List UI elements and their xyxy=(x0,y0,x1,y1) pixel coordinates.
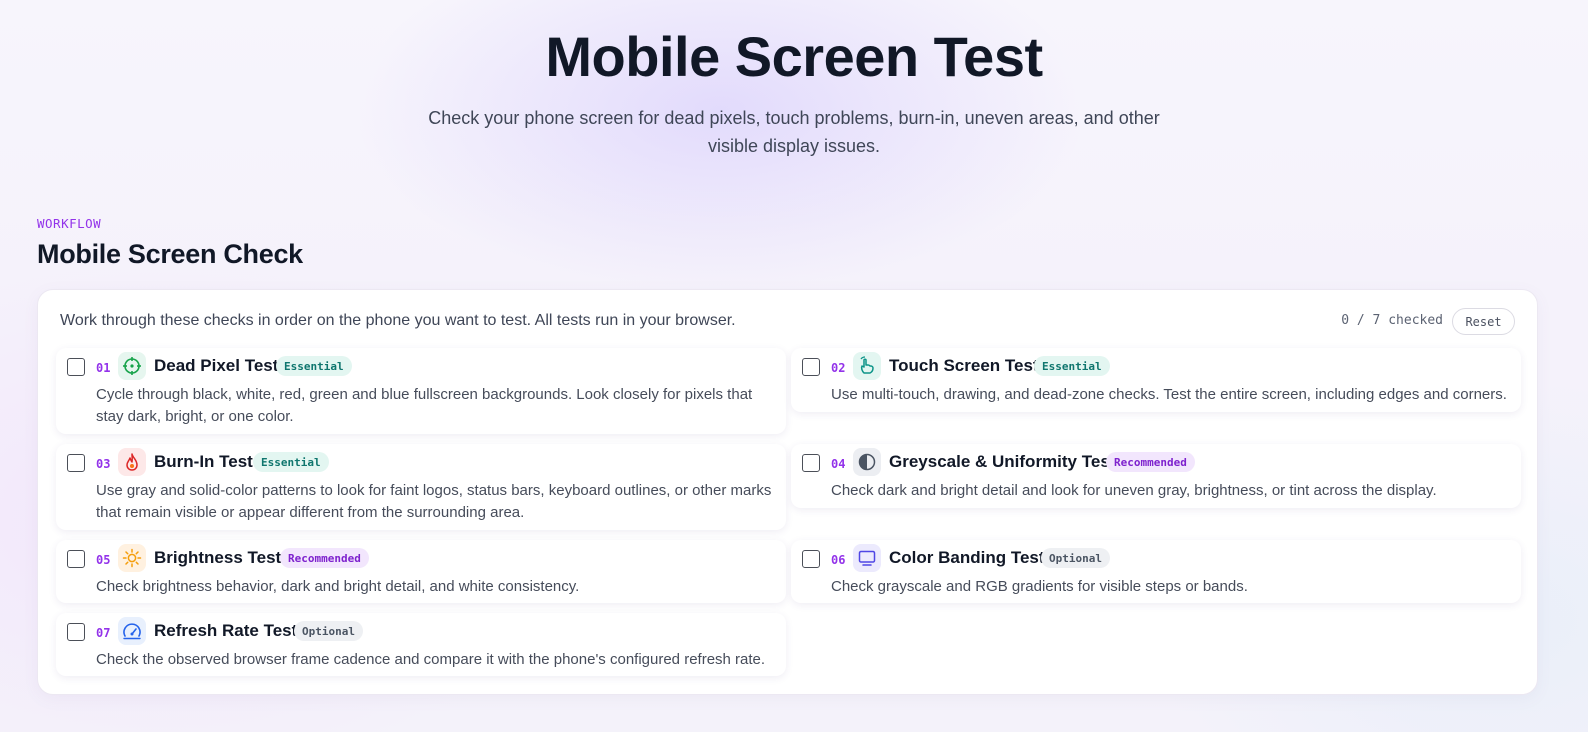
test-description: Check the observed browser frame cadence… xyxy=(96,651,766,668)
section-title: Mobile Screen Check xyxy=(37,239,303,269)
test-number: 01 xyxy=(96,361,111,375)
checkbox-touch-screen[interactable] xyxy=(802,358,820,376)
priority-badge: Essential xyxy=(276,356,352,376)
sun-icon xyxy=(118,544,146,572)
test-number: 03 xyxy=(96,457,111,471)
test-title: Touch Screen Test xyxy=(889,356,1039,375)
test-title: Greyscale & Uniformity Test xyxy=(889,452,1116,471)
checkbox-dead-pixel[interactable] xyxy=(67,358,85,376)
test-number: 06 xyxy=(831,553,846,567)
test-description: Use gray and solid-color patterns to loo… xyxy=(96,482,772,521)
page-subtitle: Check your phone screen for dead pixels,… xyxy=(428,108,1160,156)
test-description: Use multi-touch, drawing, and dead-zone … xyxy=(831,386,1507,403)
page-title: Mobile Screen Test xyxy=(545,25,1043,88)
monitor-icon xyxy=(853,544,881,572)
test-description: Check dark and bright detail and look fo… xyxy=(831,482,1437,499)
test-title: Burn-In Test xyxy=(154,452,253,471)
test-description: Check brightness behavior, dark and brig… xyxy=(96,578,580,595)
checkbox-greyscale[interactable] xyxy=(802,454,820,472)
test-number: 02 xyxy=(831,361,846,375)
progress-counter: 0 / 7 checked xyxy=(1341,313,1443,328)
priority-badge: Optional xyxy=(1041,548,1110,568)
priority-badge: Essential xyxy=(1034,356,1110,376)
test-number: 07 xyxy=(96,626,111,640)
test-card-refresh-rate[interactable]: 07 Refresh Rate Test Optional Check the … xyxy=(56,613,786,676)
test-description: Check grayscale and RGB gradients for vi… xyxy=(831,578,1248,595)
test-card-touch-screen[interactable]: 02 Touch Screen Test Essential Use multi… xyxy=(791,348,1521,412)
priority-badge: Essential xyxy=(253,452,329,472)
test-number: 04 xyxy=(831,457,846,471)
flame-icon xyxy=(118,448,146,476)
gauge-icon xyxy=(118,617,146,645)
test-title: Brightness Test xyxy=(154,548,282,567)
section-eyebrow: WORKFLOW xyxy=(37,216,102,231)
half-circle-icon xyxy=(853,448,881,476)
test-card-brightness[interactable]: 05 Brightness Test Recommended Check bri… xyxy=(56,540,786,603)
reset-button[interactable]: Reset xyxy=(1452,308,1515,335)
test-card-color-banding[interactable]: 06 Color Banding Test Optional Check gra… xyxy=(791,540,1521,603)
priority-badge: Recommended xyxy=(1106,452,1195,472)
checkbox-color-banding[interactable] xyxy=(802,550,820,568)
test-card-burn-in[interactable]: 03 Burn-In Test Essential Use gray and s… xyxy=(56,444,786,530)
test-card-dead-pixel[interactable]: 01 Dead Pixel Test Essential Cycle throu… xyxy=(56,348,786,434)
checklist-panel: Work through these checks in order on th… xyxy=(37,289,1538,695)
priority-badge: Recommended xyxy=(280,548,369,568)
checkbox-refresh-rate[interactable] xyxy=(67,623,85,641)
test-description: Cycle through black, white, red, green a… xyxy=(96,386,753,425)
crosshair-icon xyxy=(118,352,146,380)
checkbox-brightness[interactable] xyxy=(67,550,85,568)
test-title: Dead Pixel Test xyxy=(154,356,279,375)
priority-badge: Optional xyxy=(294,621,363,641)
test-title: Color Banding Test xyxy=(889,548,1045,567)
test-title: Refresh Rate Test xyxy=(154,621,298,640)
test-number: 05 xyxy=(96,553,111,567)
test-card-greyscale[interactable]: 04 Greyscale & Uniformity Test Recommend… xyxy=(791,444,1521,508)
checklist-intro: Work through these checks in order on th… xyxy=(60,312,736,329)
touch-hand-icon xyxy=(853,352,881,380)
checkbox-burn-in[interactable] xyxy=(67,454,85,472)
